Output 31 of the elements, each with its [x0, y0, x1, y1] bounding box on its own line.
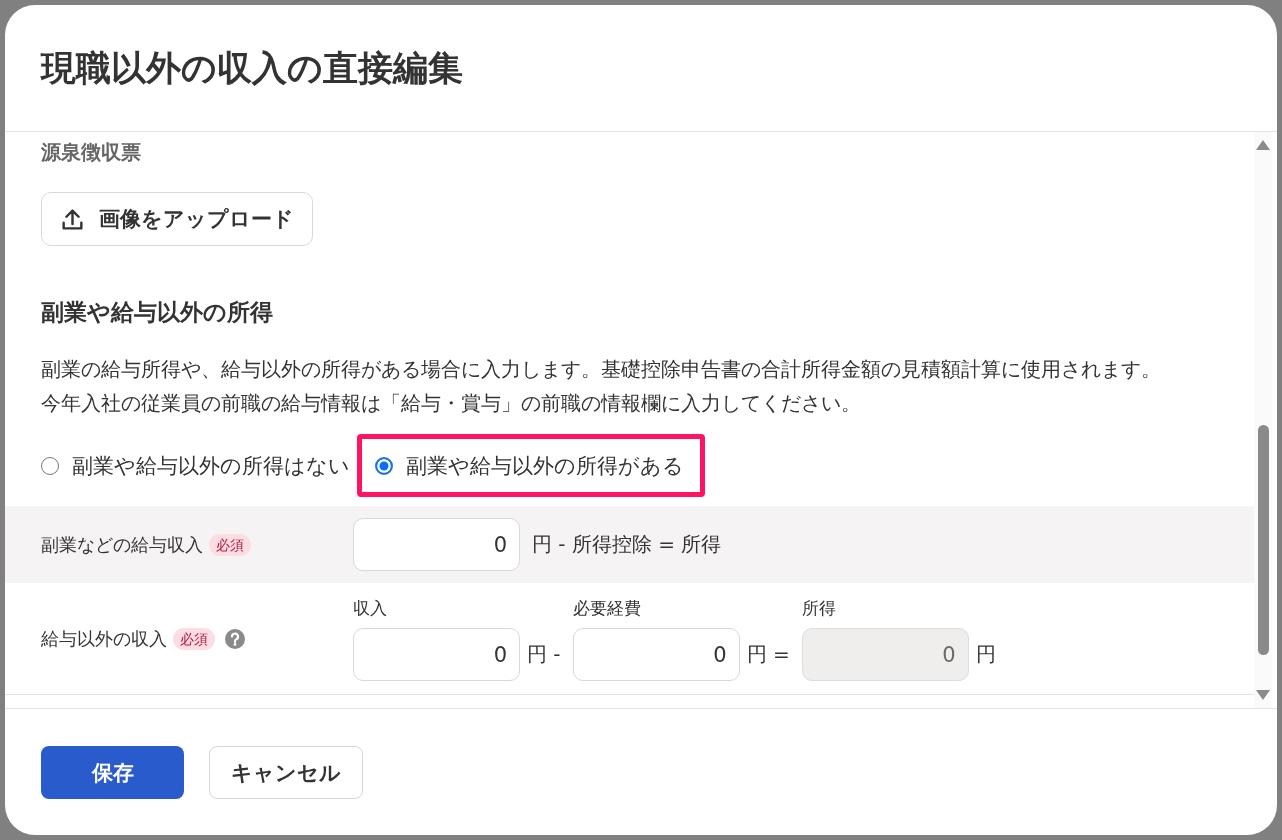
unit-label: 円 - — [527, 641, 561, 668]
radio-label[interactable]: 副業や給与以外の所得がある — [406, 450, 684, 481]
dialog-title: 現職以外の収入の直接編集 — [41, 47, 463, 90]
radio-button[interactable] — [41, 456, 59, 475]
amount-input[interactable]: 0 — [353, 628, 520, 681]
unit-label: 円 = — [746, 641, 790, 668]
field-label: 収入 — [353, 597, 388, 620]
amount-input[interactable]: 0 — [572, 628, 740, 681]
scroll-up-arrow-icon[interactable] — [1256, 140, 1270, 150]
description-text: 今年入社の従業員の前職の給与情報は「給与・賞与」の前職の情報欄に入力してください。 — [41, 390, 862, 417]
radio-button[interactable] — [375, 456, 393, 475]
section-heading: 副業や給与以外の所得 — [41, 298, 274, 327]
save-button[interactable]: 保存 — [41, 746, 184, 799]
amount-input[interactable]: 0 — [353, 518, 520, 571]
upload-button[interactable]: 画像をアップロード — [41, 192, 313, 246]
field-label: 所得 — [801, 597, 837, 620]
field-label: 副業などの給与収入 — [41, 532, 203, 557]
required-badge: 必須 — [209, 533, 251, 556]
scroll-down-arrow-icon[interactable] — [1256, 690, 1270, 700]
scrollbar[interactable] — [1254, 132, 1272, 708]
required-badge: 必須 — [173, 627, 215, 650]
field-label: 必要経費 — [572, 597, 642, 620]
formula-text: 円 - 所得控除 = 所得 — [532, 531, 722, 558]
unit-label: 円 — [975, 641, 996, 668]
field-label: 給与以外の収入 — [41, 626, 167, 651]
cancel-button[interactable]: キャンセル — [209, 746, 363, 799]
radio-label[interactable]: 副業や給与以外の所得はない — [72, 450, 350, 481]
description-text: 副業の給与所得や、給与以外の所得がある場合に入力します。基礎控除申告書の合計所得金額の見積額計算に使用されます。 — [41, 356, 1162, 383]
upload-icon — [62, 208, 83, 230]
section-label: 源泉徴収票 — [41, 139, 142, 166]
scrollbar-thumb[interactable] — [1257, 425, 1269, 655]
